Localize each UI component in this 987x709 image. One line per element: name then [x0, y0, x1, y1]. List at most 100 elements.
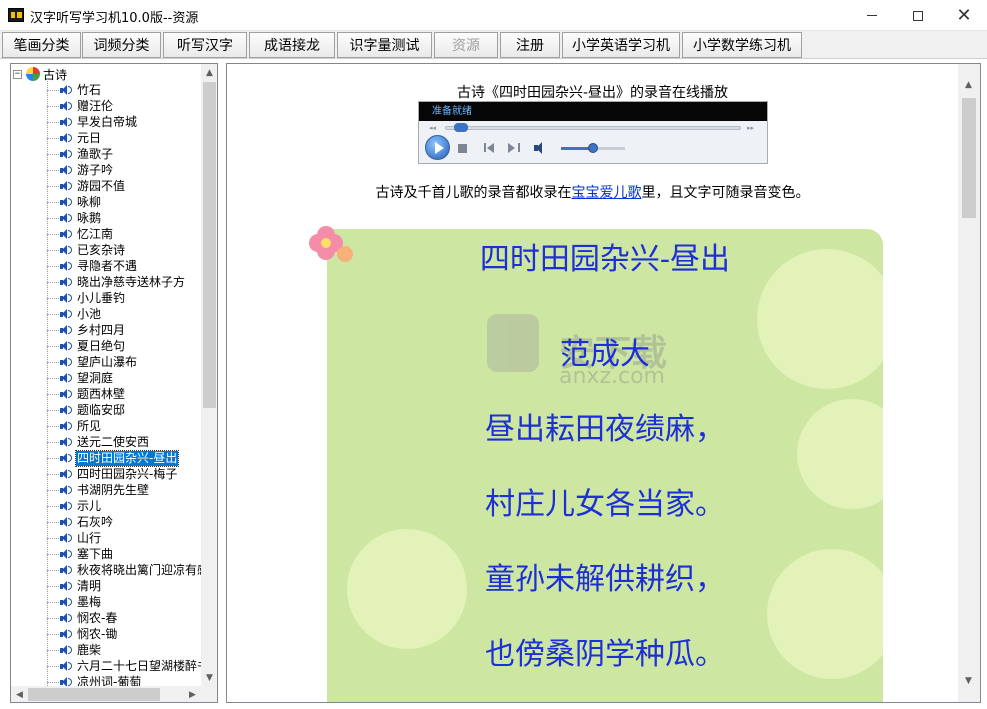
scrollbar-thumb[interactable]	[203, 82, 216, 408]
speaker-icon	[59, 132, 73, 144]
tree-item[interactable]: 望庐山瀑布	[47, 354, 138, 370]
fast-forward-icon[interactable]: ▸▸	[747, 124, 754, 132]
tree-item[interactable]: 书湖阴先生壁	[47, 482, 150, 498]
previous-button[interactable]	[484, 142, 496, 153]
tree-item[interactable]: 乡村四月	[47, 322, 126, 338]
speaker-icon	[59, 276, 73, 288]
tree-connector	[47, 473, 59, 475]
poem-line: 也傍桑阴学种瓜。	[485, 637, 725, 672]
tree-item[interactable]: 赠汪伦	[47, 98, 114, 114]
dictation-button[interactable]: 听写汉字	[163, 32, 247, 58]
minimize-button[interactable]	[849, 0, 895, 31]
tree-connector	[47, 233, 59, 235]
tree-item[interactable]: 六月二十七日望湖楼醉书	[47, 658, 201, 674]
tree-item[interactable]: 游子吟	[47, 162, 114, 178]
tree-item[interactable]: 凉州词-葡萄	[47, 674, 142, 686]
tree-item[interactable]: 小儿垂钓	[47, 290, 126, 306]
tree-item-label: 四时田园杂兴-梅子	[77, 466, 178, 481]
tree-item[interactable]: 游园不值	[47, 178, 126, 194]
english-learning-button[interactable]: 小学英语学习机	[562, 32, 680, 58]
scroll-left-icon[interactable]: ◀	[11, 686, 28, 702]
tree-item[interactable]: 四时田园杂兴-梅子	[47, 466, 178, 482]
tree-root-ancient-poems[interactable]: − 古诗	[13, 66, 67, 82]
tree-connector	[47, 377, 59, 379]
speaker-icon	[59, 468, 73, 480]
tree-item-label: 清明	[77, 578, 102, 593]
register-button[interactable]: 注册	[500, 32, 560, 58]
scroll-down-icon[interactable]: ▼	[960, 672, 977, 689]
collapse-icon[interactable]: −	[13, 69, 22, 79]
math-practice-button[interactable]: 小学数学练习机	[682, 32, 802, 58]
resources-button[interactable]: 资源	[434, 32, 498, 58]
scroll-right-icon[interactable]: ▶	[184, 686, 201, 702]
scrollbar-thumb[interactable]	[962, 98, 976, 218]
tree-item[interactable]: 咏柳	[47, 194, 102, 210]
tree-item[interactable]: 元日	[47, 130, 102, 146]
tree-item[interactable]: 所见	[47, 418, 102, 434]
tree-connector	[47, 569, 59, 571]
tree-item[interactable]: 石灰吟	[47, 514, 114, 530]
tree-horizontal-scrollbar[interactable]: ◀ ▶	[11, 686, 201, 702]
play-button[interactable]	[425, 135, 450, 160]
tree-item[interactable]: 山行	[47, 530, 102, 546]
tree-connector	[47, 313, 59, 315]
tree-item[interactable]: 悯农-锄	[47, 626, 118, 642]
player-title: 古诗《四时田园杂兴-昼出》的录音在线播放	[456, 85, 729, 101]
maximize-icon	[913, 10, 923, 21]
word-frequency-button[interactable]: 词频分类	[82, 32, 161, 58]
tree-connector	[47, 393, 59, 395]
tree-item[interactable]: 渔歌子	[47, 146, 114, 162]
tree-item[interactable]: 悯农-春	[47, 610, 118, 626]
tree-item[interactable]: 夏日绝句	[47, 338, 126, 354]
close-button[interactable]: ✕	[941, 0, 987, 31]
speaker-icon	[59, 164, 73, 176]
scroll-up-icon[interactable]: ▲	[960, 76, 977, 93]
tree-connector	[47, 585, 59, 587]
tree-item[interactable]: 忆江南	[47, 226, 114, 242]
close-icon: ✕	[956, 5, 972, 26]
rewind-icon[interactable]: ◂◂	[429, 124, 436, 132]
tree-item[interactable]: 题临安邸	[47, 402, 126, 418]
tree-item[interactable]: 晓出净慈寺送林子方	[47, 274, 186, 290]
tree-item[interactable]: 清明	[47, 578, 102, 594]
speaker-icon	[59, 180, 73, 192]
volume-thumb[interactable]	[588, 143, 598, 153]
tree-item[interactable]: 示儿	[47, 498, 102, 514]
scroll-up-icon[interactable]: ▲	[201, 64, 217, 81]
literacy-test-button[interactable]: 识字量测试	[337, 32, 432, 58]
speaker-icon	[59, 116, 73, 128]
tree-item[interactable]: 四时田园杂兴-昼出	[47, 449, 180, 467]
speaker-icon	[59, 340, 73, 352]
flower-icon	[26, 67, 40, 81]
tree-item[interactable]: 题西林壁	[47, 386, 126, 402]
tree-vertical-scrollbar[interactable]: ▲ ▼	[201, 64, 217, 686]
scroll-down-icon[interactable]: ▼	[201, 669, 217, 686]
tree-item[interactable]: 寻隐者不遇	[47, 258, 138, 274]
next-button[interactable]	[508, 142, 520, 153]
stroke-category-button[interactable]: 笔画分类	[2, 32, 81, 58]
speaker-icon	[59, 452, 73, 464]
content-vertical-scrollbar[interactable]: ▲ ▼	[958, 64, 980, 702]
idiom-chain-button[interactable]: 成语接龙	[249, 32, 335, 58]
tree-item[interactable]: 已亥杂诗	[47, 242, 126, 258]
tree-item[interactable]: 秋夜将晓出篱门迎凉有感	[47, 562, 201, 578]
seek-bar[interactable]	[445, 126, 741, 130]
seek-thumb[interactable]	[453, 123, 468, 132]
tree-item[interactable]: 望洞庭	[47, 370, 114, 386]
tree-item[interactable]: 小池	[47, 306, 102, 322]
tree-connector	[47, 457, 59, 459]
baby-songs-link[interactable]: 宝宝爱儿歌	[572, 185, 642, 201]
tree-item[interactable]: 鹿柴	[47, 642, 102, 658]
tree-connector	[47, 681, 59, 683]
tree-item[interactable]: 咏鹅	[47, 210, 102, 226]
tree-item[interactable]: 送元二使安西	[47, 434, 150, 450]
tree-item[interactable]: 竹石	[47, 82, 102, 98]
maximize-button[interactable]	[895, 0, 941, 31]
tree-item[interactable]: 塞下曲	[47, 546, 114, 562]
stop-button[interactable]	[458, 144, 467, 153]
tree-connector	[47, 297, 59, 299]
scrollbar-thumb[interactable]	[28, 688, 160, 701]
tree-item[interactable]: 早发白帝城	[47, 114, 138, 130]
tree-item[interactable]: 墨梅	[47, 594, 102, 610]
volume-icon[interactable]	[534, 142, 548, 154]
